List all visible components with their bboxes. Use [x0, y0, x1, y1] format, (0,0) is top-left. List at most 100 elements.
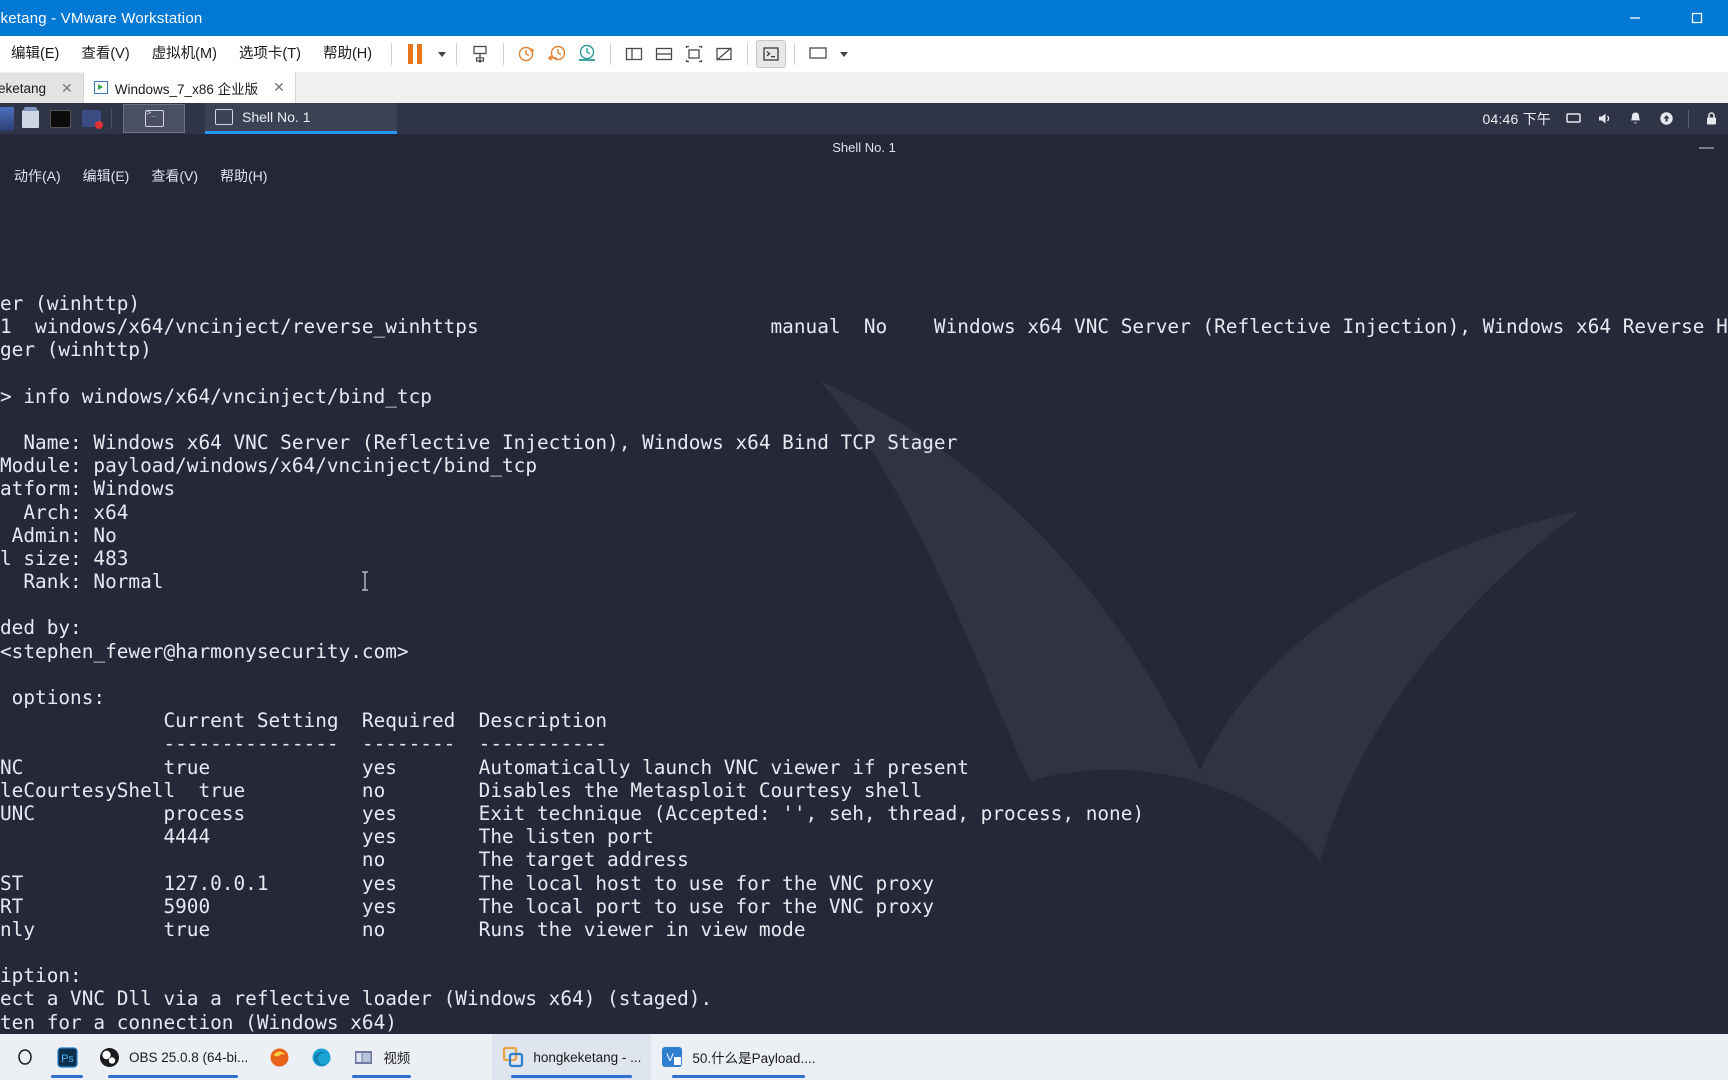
taskbar-camtasia[interactable]: V 50.什么是Payload....	[651, 1034, 825, 1080]
terminal-line: > info windows/x64/vncinject/bind_tcp	[0, 384, 432, 408]
kali-top-panel: Shell No. 1 04:46 下午	[0, 103, 1728, 134]
terminal-line: ger (winhttp)	[0, 338, 152, 362]
vmware-menubar: 编辑(E) 查看(V) 虚拟机(M) 选项卡(T) 帮助(H)	[0, 36, 1728, 72]
vm-tab-label-0: eketang	[0, 80, 47, 96]
terminal-line: RT 5900 yes The local port to use for th…	[0, 894, 934, 918]
terminal-line: er (winhttp)	[0, 291, 141, 315]
fullscreen-icon	[685, 45, 703, 63]
terminal-line: --------------- -------- -----------	[0, 732, 608, 756]
snapshot-manager-button[interactable]	[572, 40, 602, 68]
kali-window-button-label: Shell No. 1	[242, 109, 311, 125]
menu-edit[interactable]: 编辑(E)	[0, 36, 70, 72]
terminal-menu-help[interactable]: 帮助(H)	[220, 166, 267, 186]
minimize-button[interactable]	[1604, 0, 1666, 36]
terminal-minimize-button[interactable]: —	[1699, 134, 1714, 160]
terminal-line: <stephen_fewer@harmonysecurity.com>	[0, 639, 409, 663]
files-icon[interactable]	[22, 106, 39, 128]
vmware-workstation-window: eketang - VMware Workstation 编辑(E) 查看(V)…	[0, 0, 1728, 1080]
toolbar-divider	[391, 43, 393, 65]
edge-icon	[310, 1046, 332, 1068]
terminal-icon[interactable]	[50, 109, 71, 128]
revert-snapshot-button[interactable]	[542, 40, 572, 68]
folder-icon	[352, 1046, 374, 1068]
terminal-line: 1 windows/x64/vncinject/reverse_winhttps…	[0, 315, 1728, 338]
unity-mode-button[interactable]	[709, 40, 739, 68]
volume-icon[interactable]	[1595, 110, 1613, 128]
taskbar-obs-label: OBS 25.0.8 (64-bi...	[129, 1049, 249, 1065]
update-icon[interactable]	[1657, 110, 1675, 128]
vm-tab-eketang[interactable]: eketang ✕	[0, 73, 84, 103]
taskbar-firefox[interactable]	[258, 1034, 300, 1080]
notification-icon[interactable]	[1626, 110, 1644, 128]
lock-icon[interactable]	[1702, 110, 1720, 128]
menu-view[interactable]: 查看(V)	[70, 36, 140, 72]
terminal-line: ect a VNC Dll via a reflective loader (W…	[0, 987, 713, 1011]
terminal-line: Current Setting Required Description	[0, 709, 608, 733]
taskbar-explorer[interactable]: 视频	[342, 1034, 420, 1080]
preferences-dropdown[interactable]	[833, 40, 849, 68]
terminal-line: UNC process yes Exit technique (Accepted…	[0, 801, 1145, 825]
toolbar-divider-4	[610, 43, 612, 65]
fullscreen-button[interactable]	[679, 40, 709, 68]
window-controls	[1604, 0, 1728, 36]
view-side-by-side-button[interactable]	[619, 40, 649, 68]
suspend-dropdown[interactable]	[430, 40, 448, 68]
taskbar-photoshop[interactable]: Ps	[46, 1034, 88, 1080]
workspace-switcher[interactable]	[123, 104, 185, 133]
terminal-line: ten for a connection (Windows x64)	[0, 1010, 397, 1034]
clock-manager-icon	[579, 44, 596, 61]
text-cursor-ibeam	[362, 571, 368, 591]
minimize-icon: —	[1699, 138, 1714, 156]
display-icon[interactable]	[1564, 110, 1582, 128]
tab-close-icon-0[interactable]: ✕	[61, 80, 73, 97]
vm-tab-windows7[interactable]: Windows_7_x86 企业版 ✕	[83, 72, 296, 103]
taskbar-obs[interactable]: OBS 25.0.8 (64-bi...	[88, 1034, 258, 1080]
view-bottom-button[interactable]	[649, 40, 679, 68]
maximize-button[interactable]	[1666, 0, 1728, 36]
vm-power-icon	[93, 81, 108, 94]
taskbar-edge[interactable]	[300, 1034, 342, 1080]
take-snapshot-button[interactable]	[512, 40, 542, 68]
terminal-line: 4444 yes The listen port	[0, 825, 654, 849]
preferences-button[interactable]	[803, 40, 833, 68]
terminal-menu-edit[interactable]: 编辑(E)	[83, 166, 130, 186]
suspend-button[interactable]	[400, 40, 430, 68]
clock[interactable]: 04:46 下午	[1482, 109, 1551, 129]
start-button[interactable]	[0, 1034, 46, 1080]
menu-vm[interactable]: 虚拟机(M)	[141, 36, 228, 72]
split-vertical-icon	[625, 47, 643, 61]
vbox-icon[interactable]	[82, 110, 103, 129]
unity-icon	[716, 47, 732, 61]
terminal-line: Name: Windows x64 VNC Server (Reflective…	[0, 430, 958, 454]
toolbar-divider-6	[794, 43, 796, 65]
kali-window-button-shell[interactable]: Shell No. 1	[205, 103, 397, 134]
terminal-title: Shell No. 1	[832, 139, 896, 155]
terminal-menu-actions[interactable]: 动作(A)	[14, 166, 61, 186]
terminal-line: Admin: No	[0, 523, 117, 547]
terminal-line: iption:	[0, 964, 82, 988]
chevron-down-icon-2	[840, 51, 849, 57]
console-view-button[interactable]	[756, 40, 787, 68]
camtasia-icon: V	[661, 1046, 683, 1068]
snapshot-button[interactable]	[465, 40, 495, 68]
snapshot-icon	[473, 45, 487, 64]
terminal-menubar: 动作(A) 编辑(E) 查看(V) 帮助(H)	[0, 160, 1728, 191]
terminal-line: Module: payload/windows/x64/vncinject/bi…	[0, 454, 538, 478]
terminal-line: ded by:	[0, 616, 82, 640]
terminal-menu-view[interactable]: 查看(V)	[151, 166, 198, 186]
panel-divider	[111, 108, 112, 129]
terminal-line: NC true yes Automatically launch VNC vie…	[0, 755, 969, 779]
svg-text:Ps: Ps	[61, 1053, 74, 1065]
taskbar-vmware[interactable]: hongkeketang - ...	[492, 1034, 652, 1080]
terminal-output[interactable]: er (winhttp) 1 windows/x64/vncinject/reve…	[0, 191, 1728, 1034]
launcher-icon[interactable]	[0, 106, 14, 131]
tab-close-icon-1[interactable]: ✕	[273, 79, 285, 96]
menu-help[interactable]: 帮助(H)	[312, 36, 383, 72]
toolbar-divider-2	[456, 43, 458, 65]
menu-tabs[interactable]: 选项卡(T)	[228, 36, 312, 72]
terminal-line: ST 127.0.0.1 yes The local host to use f…	[0, 871, 934, 895]
